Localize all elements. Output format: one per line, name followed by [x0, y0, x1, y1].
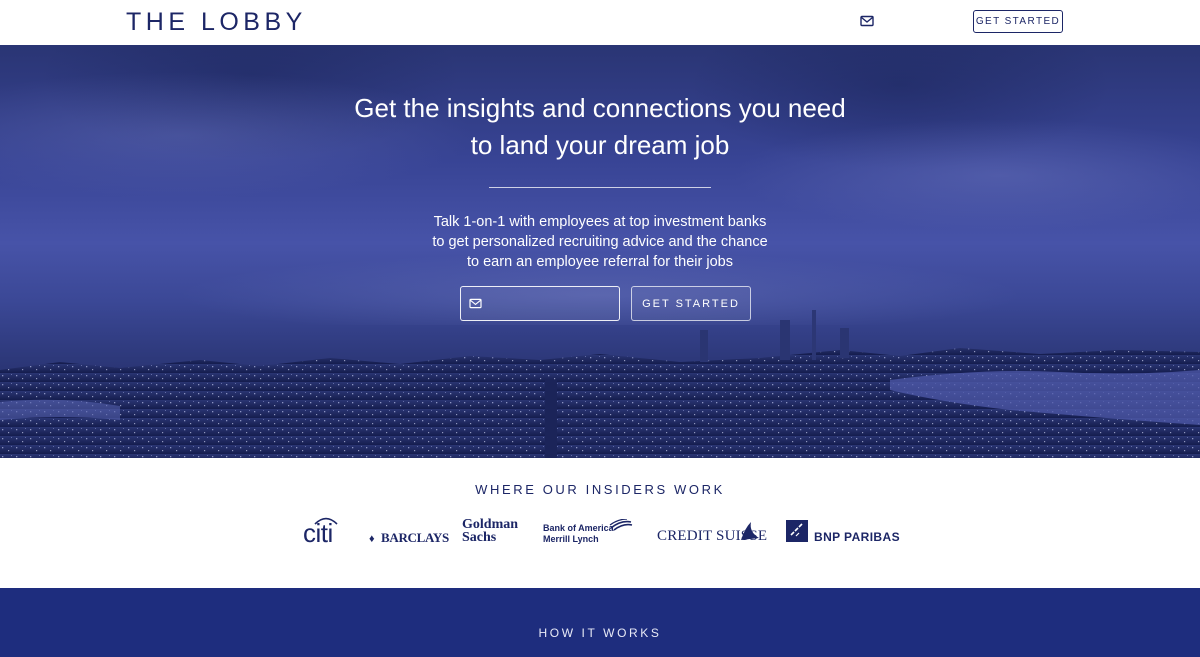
email-field-wrapper[interactable] — [460, 286, 620, 321]
barclays-logo-text: BARCLAYS — [381, 530, 449, 545]
hero-subtitle-line-2: to get personalized recruiting advice an… — [432, 234, 768, 250]
insiders-section: WHERE OUR INSIDERS WORK citi ♦ BARCLAYS G… — [0, 458, 1200, 588]
hero-subtitle-line-3: to earn an employee referral for their j… — [467, 254, 733, 270]
bank-of-america-flag-icon — [609, 519, 633, 531]
bnp-paribas-mark-icon — [786, 520, 808, 542]
goldman-logo-line-2: Sachs — [462, 530, 497, 545]
boa-logo-line-2: Merrill Lynch — [543, 534, 599, 544]
hero-sky-background — [0, 45, 1200, 325]
hero-headline-line-2: to land your dream job — [470, 130, 730, 160]
city-skyline-background — [0, 310, 1200, 458]
boa-logo-line-1: Bank of America — [543, 523, 614, 533]
hero-headline: Get the insights and connections you nee… — [300, 90, 900, 164]
citi-logo: citi — [303, 518, 333, 548]
hero-section: Get the insights and connections you nee… — [0, 45, 1200, 458]
how-it-works-section: HOW IT WORKS — [0, 588, 1200, 657]
credit-suisse-sail-icon — [741, 522, 759, 540]
site-logo[interactable]: THE LOBBY — [126, 8, 307, 37]
how-it-works-heading: HOW IT WORKS — [538, 626, 662, 640]
goldman-sachs-logo: Goldman Sachs — [462, 518, 522, 545]
hero-get-started-button[interactable]: GET STARTED — [631, 286, 751, 321]
bnp-paribas-logo: BNP PARIBAS — [814, 530, 900, 544]
barclays-logo: ♦ BARCLAYS — [369, 530, 449, 545]
insiders-heading: WHERE OUR INSIDERS WORK — [475, 482, 725, 497]
hero-subtitle: Talk 1-on-1 with employees at top invest… — [350, 212, 850, 272]
email-field[interactable] — [489, 287, 617, 320]
site-header: THE LOBBY GET STARTED — [0, 0, 1200, 45]
hero-subtitle-line-1: Talk 1-on-1 with employees at top invest… — [433, 214, 767, 230]
hero-divider — [489, 187, 711, 188]
envelope-icon — [469, 298, 482, 309]
hero-headline-line-1: Get the insights and connections you nee… — [354, 93, 846, 123]
bank-of-america-logo: Bank of America Merrill Lynch — [543, 523, 614, 545]
header-get-started-button[interactable]: GET STARTED — [973, 10, 1063, 33]
envelope-icon[interactable] — [860, 15, 874, 27]
